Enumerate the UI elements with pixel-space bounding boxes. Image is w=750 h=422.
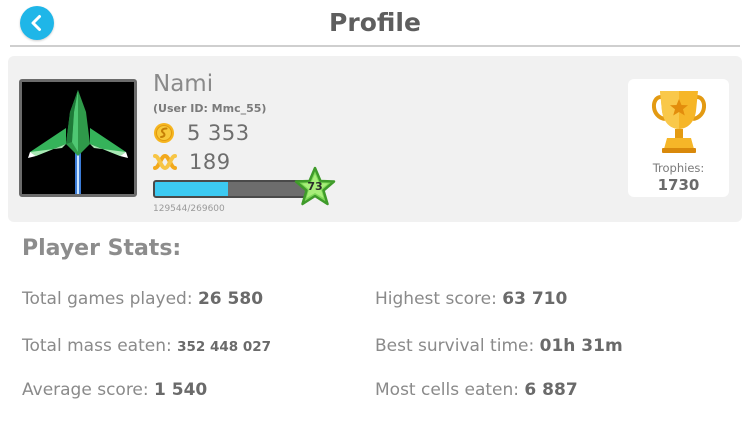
stat-label: Most cells eaten: [375,380,525,400]
stat-label: Highest score: [375,289,503,309]
level-number: 73 [307,180,323,193]
stat-highest-score: Highest score: 63 710 [375,289,567,309]
dna-icon [153,153,177,171]
stat-value: 01h 31m [539,336,623,356]
stat-total-mass-eaten: Total mass eaten: 352 448 027 [22,336,271,356]
stat-most-cells-eaten: Most cells eaten: 6 887 [375,380,578,400]
stat-label: Average score: [22,380,155,400]
trophies-count: 1730 [657,176,700,194]
page-title: Profile [329,8,421,37]
stat-value: 1 540 [154,380,208,400]
stat-label: Total mass eaten: [22,336,178,356]
xp-progress-bar [153,180,308,198]
stat-label: Total games played: [22,289,198,309]
stat-average-score: Average score: 1 540 [22,380,207,400]
header: Profile [0,0,750,47]
trophies-label: Trophies: [652,161,705,175]
player-stats-title: Player Stats: [22,236,182,261]
dna-row: 189 [153,149,231,175]
coin-icon [154,123,174,143]
stat-value: 63 710 [502,289,568,309]
trophy-icon [652,91,706,153]
header-divider [10,45,740,47]
xp-progress-fill [155,182,228,196]
xp-text: 129544/269600 [153,204,225,214]
stat-value: 26 580 [197,289,264,309]
player-name: Nami [153,71,214,97]
trophy-box[interactable]: Trophies: 1730 [628,79,729,197]
avatar[interactable] [19,79,137,197]
stat-best-survival-time: Best survival time: 01h 31m [375,336,623,356]
stat-total-games-played: Total games played: 26 580 [22,289,263,309]
coins-value: 5 353 [187,121,250,145]
stat-value: 6 887 [524,380,578,400]
coins-row: 5 353 [153,120,250,146]
stat-value: 352 448 027 [177,339,272,355]
profile-card: Nami (User ID: Mmc_55) 5 353 189 73 1295… [8,56,742,222]
user-id: (User ID: Mmc_55) [153,102,267,115]
stat-label: Best survival time: [375,336,540,356]
spaceship-icon [28,90,128,194]
dna-value: 189 [189,150,231,174]
